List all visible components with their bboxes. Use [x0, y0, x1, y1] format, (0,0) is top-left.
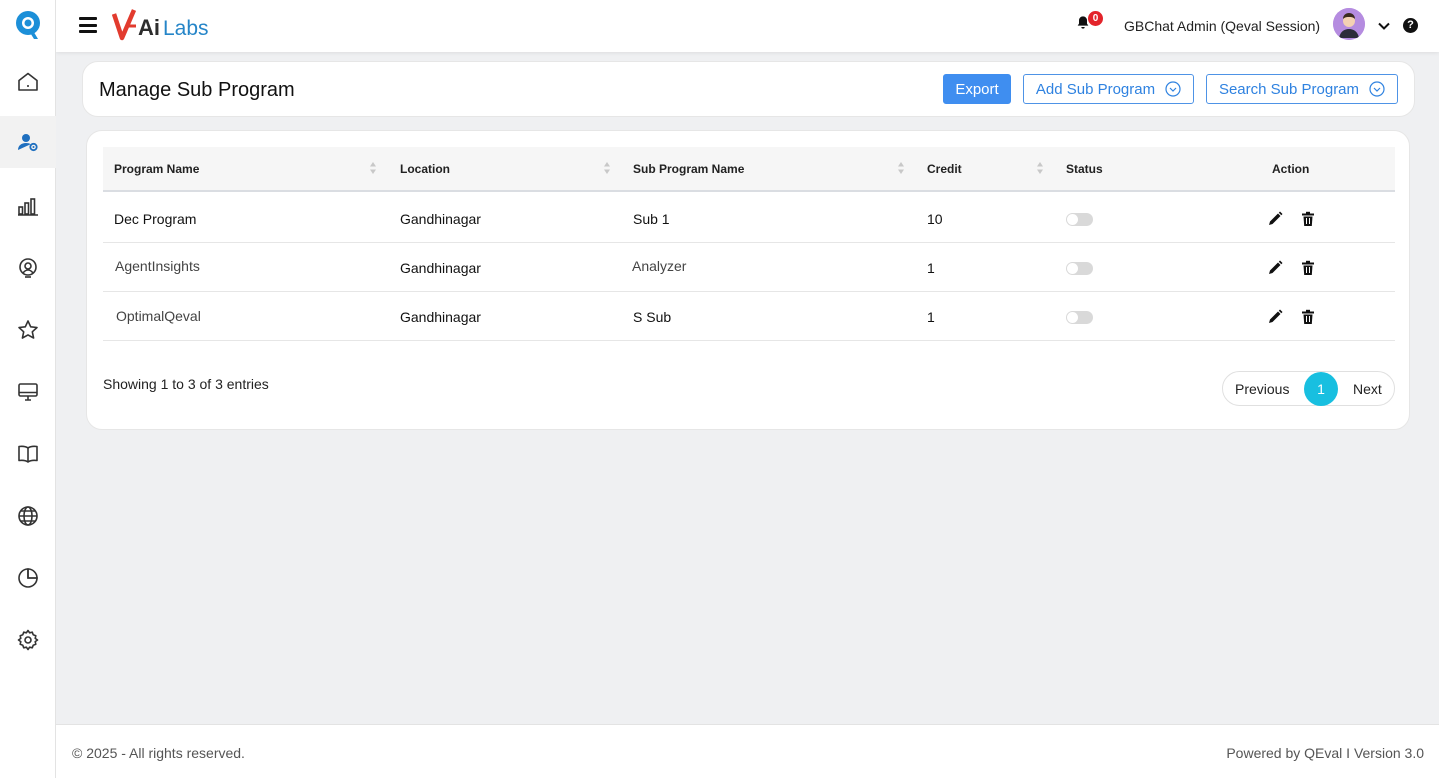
status-toggle[interactable]	[1066, 213, 1093, 226]
sidebar-item-user-settings[interactable]	[0, 116, 56, 168]
agent-icon	[19, 258, 37, 278]
table-row: Dec Program Gandhinagar Sub 1 10	[103, 194, 1395, 243]
sidebar-item-settings[interactable]	[0, 614, 56, 666]
edit-pencil-icon[interactable]	[1267, 211, 1283, 227]
search-sub-program-label: Search Sub Program	[1218, 80, 1360, 98]
sidebar-item-home[interactable]	[0, 56, 56, 108]
pie-chart-icon	[18, 568, 38, 588]
delete-trash-icon[interactable]	[1300, 309, 1316, 325]
chevron-down-circle-icon	[1165, 81, 1181, 97]
avatar[interactable]	[1333, 8, 1365, 40]
program-name-cell: OptimalQeval	[116, 308, 201, 324]
sort-icon[interactable]	[369, 161, 377, 175]
status-toggle[interactable]	[1066, 262, 1093, 275]
brand-logo[interactable]: Ai Labs	[112, 6, 212, 44]
sidebar-item-favorites[interactable]	[0, 304, 56, 356]
table-row: AgentInsights Gandhinagar Analyzer 1	[103, 243, 1395, 292]
notifications-button[interactable]: 0	[1075, 11, 1105, 36]
location-cell: Gandhinagar	[400, 260, 481, 276]
sub-program-cell: S Sub	[633, 309, 672, 325]
gear-icon	[17, 629, 39, 651]
menu-toggle-icon[interactable]	[79, 17, 97, 33]
help-icon[interactable]: ?	[1403, 18, 1418, 33]
sidebar-item-reports[interactable]	[0, 180, 56, 232]
pagination: Previous 1 Next	[1222, 371, 1395, 406]
svg-text:Labs: Labs	[163, 17, 209, 40]
globe-icon	[18, 506, 38, 526]
credit-cell: 10	[927, 211, 943, 227]
table-row: OptimalQeval Gandhinagar S Sub 1	[103, 292, 1395, 341]
sub-program-cell: Sub 1	[633, 211, 670, 227]
page-1-button[interactable]: 1	[1304, 372, 1338, 406]
page-title: Manage Sub Program	[99, 79, 295, 101]
monitor-icon	[18, 383, 38, 401]
delete-trash-icon[interactable]	[1300, 211, 1316, 227]
location-cell: Gandhinagar	[400, 211, 481, 227]
add-sub-program-label: Add Sub Program	[1035, 80, 1156, 98]
footer: © 2025 - All rights reserved. Powered by…	[56, 724, 1439, 778]
powered-by-text: Powered by QEval I Version 3.0	[1226, 745, 1424, 761]
bar-chart-icon	[18, 198, 38, 216]
previous-page-button[interactable]: Previous	[1235, 381, 1289, 397]
credit-cell: 1	[927, 309, 935, 325]
export-button[interactable]: Export	[943, 74, 1011, 104]
search-sub-program-button[interactable]: Search Sub Program	[1206, 74, 1398, 104]
credit-cell: 1	[927, 260, 935, 276]
notification-badge: 0	[1088, 11, 1103, 26]
sub-program-cell: Analyzer	[632, 258, 687, 274]
delete-trash-icon[interactable]	[1300, 260, 1316, 276]
sub-program-table-card: Program Name Location Sub Program Name C…	[86, 130, 1410, 430]
sidebar-item-global[interactable]	[0, 490, 56, 542]
chevron-down-circle-icon	[1369, 81, 1385, 97]
app-logo-icon[interactable]	[14, 9, 42, 41]
user-settings-icon	[18, 134, 38, 152]
home-icon	[18, 72, 38, 91]
copyright-text: © 2025 - All rights reserved.	[72, 745, 245, 761]
column-header-program-name[interactable]: Program Name	[114, 162, 199, 176]
edit-pencil-icon[interactable]	[1267, 260, 1283, 276]
program-name-cell: Dec Program	[114, 211, 197, 227]
sort-icon[interactable]	[603, 161, 611, 175]
sidebar-item-monitor[interactable]	[0, 366, 56, 418]
book-icon	[18, 445, 38, 463]
program-name-cell: AgentInsights	[115, 258, 200, 274]
next-page-button[interactable]: Next	[1353, 381, 1382, 397]
top-header: Ai Labs 0 GBChat Admin (Qeval Session) ?	[56, 0, 1439, 52]
location-cell: Gandhinagar	[400, 309, 481, 325]
user-name[interactable]: GBChat Admin (Qeval Session)	[1124, 18, 1320, 34]
status-toggle[interactable]	[1066, 311, 1093, 324]
sidebar	[0, 0, 56, 778]
svg-text:Ai: Ai	[138, 15, 160, 40]
sort-icon[interactable]	[1036, 161, 1044, 175]
column-header-action: Action	[1272, 162, 1310, 176]
sidebar-item-library[interactable]	[0, 428, 56, 480]
column-header-sub-program-name[interactable]: Sub Program Name	[633, 162, 744, 176]
table-header: Program Name Location Sub Program Name C…	[103, 147, 1395, 192]
star-icon	[18, 320, 38, 339]
page-header-card: Manage Sub Program Export Add Sub Progra…	[82, 61, 1415, 117]
sidebar-item-analytics[interactable]	[0, 552, 56, 604]
user-menu-chevron-down-icon[interactable]	[1376, 18, 1392, 34]
column-header-credit[interactable]: Credit	[927, 162, 962, 176]
column-header-location[interactable]: Location	[400, 162, 450, 176]
entries-info: Showing 1 to 3 of 3 entries	[103, 376, 269, 392]
column-header-status: Status	[1066, 162, 1103, 176]
add-sub-program-button[interactable]: Add Sub Program	[1023, 74, 1194, 104]
brand-logo-icon: Ai Labs	[112, 9, 209, 41]
sort-icon[interactable]	[897, 161, 905, 175]
edit-pencil-icon[interactable]	[1267, 309, 1283, 325]
sidebar-item-agents[interactable]	[0, 242, 56, 294]
